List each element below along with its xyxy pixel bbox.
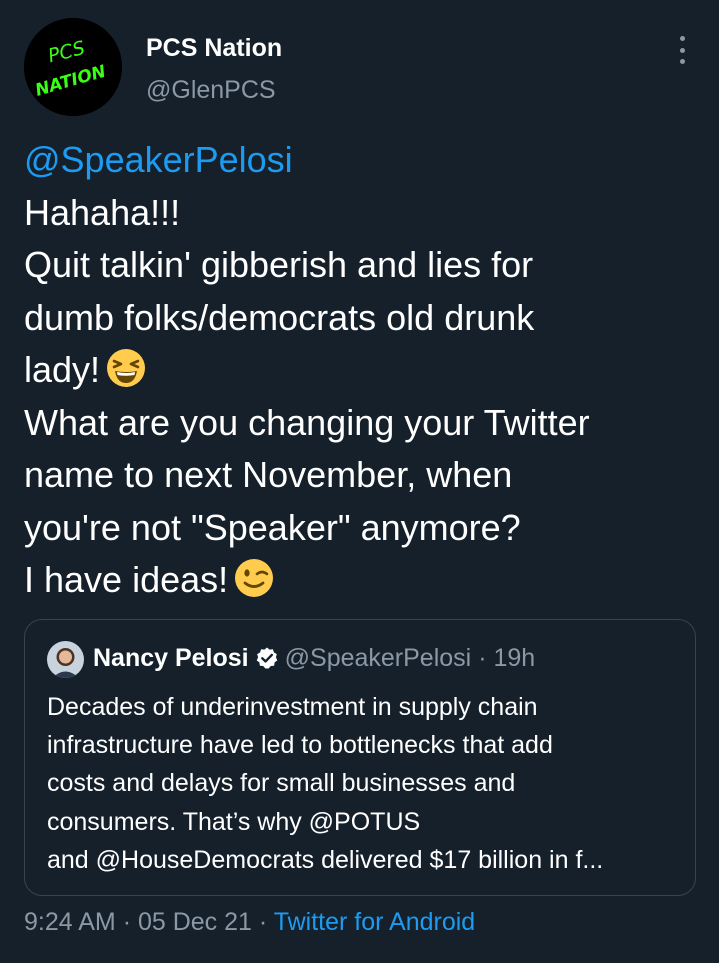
tweet-line: I have ideas! xyxy=(24,559,229,600)
tweet-line-with-emoji: I have ideas! xyxy=(24,554,696,607)
quoted-line: infrastructure have led to bottlenecks t… xyxy=(47,731,553,760)
meta-separator: · xyxy=(122,908,132,936)
tweet-meta: 9:24 AM · 05 Dec 21 · Twitter for Androi… xyxy=(24,908,475,937)
quoted-author-name[interactable]: Nancy Pelosi xyxy=(93,644,249,672)
quoted-tweet-body: Decades of underinvestment in supply cha… xyxy=(47,688,677,879)
quoted-separator: · xyxy=(478,644,487,672)
tweet-source-link[interactable]: Twitter for Android xyxy=(274,908,475,936)
quoted-line: costs and delays for small businesses an… xyxy=(47,769,516,798)
quoted-header: Nancy Pelosi @SpeakerPelosi · 19h xyxy=(93,644,535,673)
meta-separator: · xyxy=(258,908,268,936)
tweet-line: Quit talkin' gibberish and lies for xyxy=(24,244,534,285)
quoted-timestamp[interactable]: 19h xyxy=(493,644,535,672)
tweet-date[interactable]: 05 Dec 21 xyxy=(138,908,252,936)
tweet-line: dumb folks/democrats old drunk xyxy=(24,296,535,338)
more-dot xyxy=(679,47,685,53)
winking-emoji-icon xyxy=(235,559,274,597)
quoted-tweet-card[interactable]: Nancy Pelosi @SpeakerPelosi · 19h Decade… xyxy=(24,619,696,896)
verified-badge-icon xyxy=(256,647,277,669)
quoted-avatar-image xyxy=(47,641,84,678)
tweet-time[interactable]: 9:24 AM xyxy=(24,908,116,936)
more-vertical-icon[interactable] xyxy=(668,36,696,64)
tweet-header: PCS NATION PCS Nation @GlenPCS xyxy=(24,18,696,118)
author-avatar[interactable]: PCS NATION xyxy=(24,18,122,116)
tweet-line: lady! xyxy=(24,349,101,390)
author-handle[interactable]: @GlenPCS xyxy=(146,76,276,105)
author-display-name[interactable]: PCS Nation xyxy=(146,34,282,63)
quoted-author-avatar[interactable] xyxy=(47,641,84,678)
avatar-logo-image: PCS NATION xyxy=(24,18,122,116)
tweet-line: Hahaha!!! xyxy=(24,191,181,233)
quoted-line: and @HouseDemocrats delivered $17 billio… xyxy=(47,845,604,874)
tweet-line: What are you changing your Twitter xyxy=(24,401,590,443)
more-dot xyxy=(679,36,685,41)
quoted-line: consumers. That’s why @POTUS xyxy=(47,807,421,836)
mention-link[interactable]: @SpeakerPelosi xyxy=(24,134,696,187)
quoted-line: Decades of underinvestment in supply cha… xyxy=(47,693,538,721)
tweet-body: @SpeakerPelosi Hahaha!!! Quit talkin' gi… xyxy=(24,134,696,607)
quoted-author-handle[interactable]: @SpeakerPelosi xyxy=(285,644,472,672)
tweet-line: name to next November, when xyxy=(24,454,513,495)
tweet-line: you're not "Speaker" anymore? xyxy=(24,506,521,548)
tweet-line-with-emoji: lady! xyxy=(24,344,696,397)
laughing-emoji-icon xyxy=(107,349,146,387)
more-dot xyxy=(679,59,685,64)
